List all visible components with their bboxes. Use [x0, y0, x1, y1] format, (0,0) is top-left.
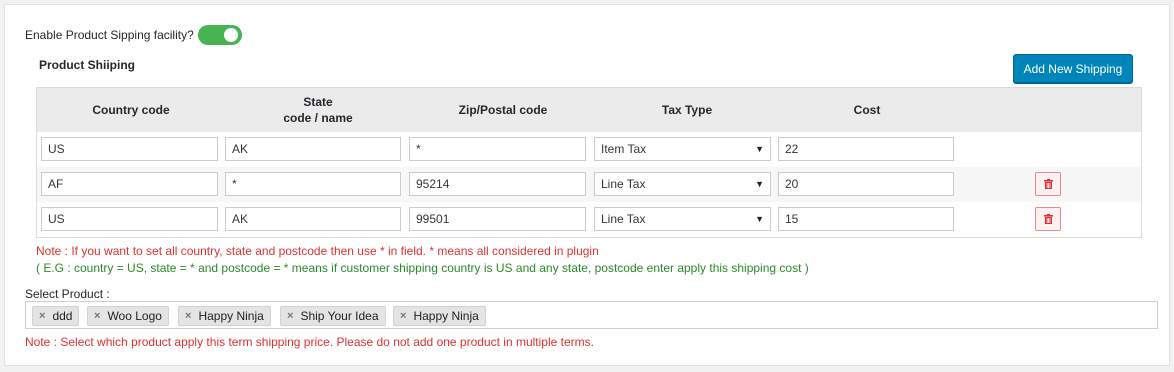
close-icon[interactable]: × [94, 310, 100, 322]
cost-input[interactable]: 20 [778, 172, 954, 196]
caret-down-icon: ▼ [755, 144, 764, 154]
tax-type-value: Item Tax [601, 142, 647, 156]
table-row: US AK 99501 Line Tax ▼ 15 [37, 202, 1141, 237]
cost-input[interactable]: 15 [778, 207, 954, 231]
tax-type-value: Line Tax [601, 177, 646, 191]
header-country-code: Country code [92, 103, 170, 117]
add-new-shipping-button[interactable]: Add New Shipping [1013, 54, 1133, 83]
product-tag: × Ship Your Idea [280, 306, 386, 326]
note-product-select: Note : Select which product apply this t… [25, 335, 594, 349]
product-tag: × ddd [32, 306, 80, 326]
country-code-input[interactable]: AF [41, 172, 218, 196]
zip-input[interactable]: * [409, 137, 586, 161]
caret-down-icon: ▼ [755, 214, 764, 224]
select-product-label: Select Product : [25, 287, 110, 301]
product-select-input[interactable]: × ddd × Woo Logo × Happy Ninja × Ship Yo… [25, 301, 1158, 329]
table-header: Country code State code / name Zip/Posta… [37, 88, 1141, 132]
product-tag-label: Ship Your Idea [300, 309, 379, 323]
state-input[interactable]: AK [225, 137, 401, 161]
enable-shipping-row: Enable Product Sipping facility? [25, 25, 242, 45]
product-tag-label: Woo Logo [107, 309, 162, 323]
product-tag-label: Happy Ninja [413, 309, 479, 323]
country-code-input[interactable]: US [41, 207, 218, 231]
close-icon[interactable]: × [185, 310, 191, 322]
state-input[interactable]: * [225, 172, 401, 196]
tax-type-select[interactable]: Item Tax ▼ [594, 137, 771, 161]
trash-icon [1043, 179, 1053, 189]
header-state: State code / name [225, 88, 411, 132]
enable-shipping-label: Enable Product Sipping facility? [25, 28, 194, 42]
tax-type-value: Line Tax [601, 212, 646, 226]
caret-down-icon: ▼ [755, 179, 764, 189]
table-row: US AK * Item Tax ▼ 22 [37, 132, 1141, 167]
section-title: Product Shiiping [39, 58, 135, 72]
cost-input[interactable]: 22 [778, 137, 954, 161]
product-tag: × Woo Logo [87, 306, 169, 326]
zip-input[interactable]: 95214 [409, 172, 586, 196]
tax-type-select[interactable]: Line Tax ▼ [594, 207, 771, 231]
toggle-knob [223, 28, 238, 42]
note-example: ( E.G : country = US, state = * and post… [36, 261, 809, 275]
state-input[interactable]: AK [225, 207, 401, 231]
close-icon[interactable]: × [400, 310, 406, 322]
product-tag-label: Happy Ninja [198, 309, 264, 323]
trash-icon [1043, 214, 1053, 224]
tax-type-select[interactable]: Line Tax ▼ [594, 172, 771, 196]
shipping-table: Country code State code / name Zip/Posta… [36, 87, 1142, 238]
product-tag-label: ddd [52, 309, 73, 323]
header-zip: Zip/Postal code [458, 103, 548, 117]
product-tag: × Happy Ninja [393, 306, 486, 326]
delete-row-button[interactable] [1035, 172, 1061, 196]
table-row: AF * 95214 Line Tax ▼ 20 [37, 167, 1141, 202]
product-tag: × Happy Ninja [178, 306, 271, 326]
header-cost: Cost [853, 103, 881, 117]
header-state-line2: code / name [283, 111, 353, 125]
close-icon[interactable]: × [39, 310, 45, 322]
delete-row-button[interactable] [1035, 207, 1061, 231]
header-tax-type: Tax Type [661, 103, 713, 117]
country-code-input[interactable]: US [41, 137, 218, 161]
settings-panel: Enable Product Sipping facility? Product… [4, 4, 1170, 366]
close-icon[interactable]: × [287, 310, 293, 322]
enable-shipping-toggle[interactable] [197, 25, 242, 45]
zip-input[interactable]: 99501 [409, 207, 586, 231]
note-wildcard: Note : If you want to set all country, s… [36, 244, 599, 258]
header-state-line1: State [303, 95, 333, 109]
